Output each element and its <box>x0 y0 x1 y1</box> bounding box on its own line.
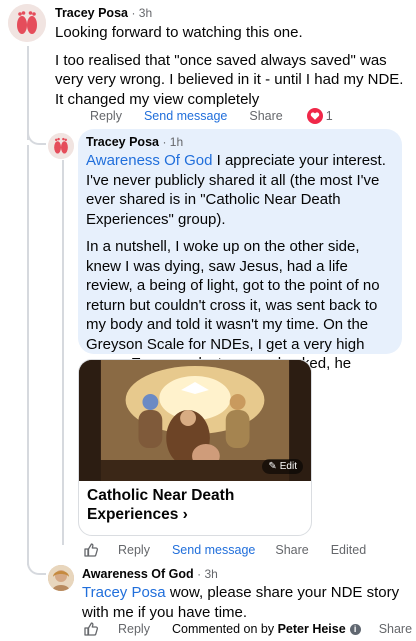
thread-curve-reply2 <box>27 548 46 575</box>
card-title[interactable]: Catholic Near Death Experiences › <box>79 481 311 530</box>
comment-actions: Reply Commented on by Peter Heise i Shar… <box>83 621 412 637</box>
info-icon[interactable]: i <box>349 623 361 635</box>
edit-icon: ✎ <box>268 461 277 472</box>
comment-author[interactable]: Tracey Posa <box>86 135 159 149</box>
comment-author[interactable]: Tracey Posa <box>55 6 128 20</box>
comment-text: Looking forward to watching this one. <box>55 24 303 41</box>
reply-button[interactable]: Reply <box>90 109 122 123</box>
feet-avatar <box>8 4 46 42</box>
comment-time[interactable]: 3h <box>139 6 152 20</box>
share-button[interactable]: Share <box>275 543 308 557</box>
chevron-right-icon: › <box>182 505 188 523</box>
send-message-button[interactable]: Send message <box>144 109 227 123</box>
reply-button[interactable]: Reply <box>118 622 150 636</box>
comment-text: I too realised that "once saved always s… <box>55 51 404 108</box>
thread-line-root-lower <box>27 145 29 565</box>
edit-button[interactable]: ✎ Edit <box>262 459 303 474</box>
reaction-count[interactable]: 1 <box>326 109 333 123</box>
comment-actions: Reply Send message Share 1 <box>90 108 333 124</box>
share-button[interactable]: Share <box>249 109 282 123</box>
thread-curve-reply1 <box>27 120 46 145</box>
reply-button[interactable]: Reply <box>118 543 150 557</box>
commenter-name[interactable]: Peter Heise <box>278 622 346 636</box>
feet-avatar <box>48 133 74 159</box>
reply-comment: Awareness Of God · 3h Tracey Posa wow, p… <box>82 567 400 621</box>
group-link-card[interactable]: ✎ Edit Catholic Near Death Experiences › <box>78 359 312 536</box>
comment-author[interactable]: Awareness Of God <box>82 567 194 581</box>
comment-actions: Reply Send message Share Edited <box>83 542 366 558</box>
mention-link[interactable]: Awareness Of God <box>86 152 212 169</box>
comment-time[interactable]: 1h <box>170 135 183 149</box>
thread-line-reply1 <box>62 160 64 545</box>
heart-reaction-icon[interactable] <box>306 108 323 124</box>
thumbs-up-icon[interactable] <box>83 621 99 637</box>
send-message-button[interactable]: Send message <box>172 543 255 557</box>
card-image: ✎ Edit <box>79 360 311 481</box>
mention-link[interactable]: Tracey Posa <box>82 584 166 601</box>
reply-bubble: Tracey Posa · 1h Awareness Of God I appr… <box>78 129 402 392</box>
share-button[interactable]: Share <box>379 622 412 636</box>
avatar[interactable] <box>48 133 74 159</box>
thumbs-up-icon[interactable] <box>83 542 99 558</box>
edit-label: Edit <box>279 461 297 472</box>
edited-label: Edited <box>330 543 367 557</box>
avatar[interactable] <box>48 565 74 591</box>
commented-by: Commented on by Peter Heise <box>171 622 346 636</box>
comment-time[interactable]: 3h <box>204 567 217 581</box>
avatar-photo <box>48 565 74 591</box>
avatar[interactable] <box>8 4 46 42</box>
comment-root: Tracey Posa · 3h Looking forward to watc… <box>55 5 407 109</box>
